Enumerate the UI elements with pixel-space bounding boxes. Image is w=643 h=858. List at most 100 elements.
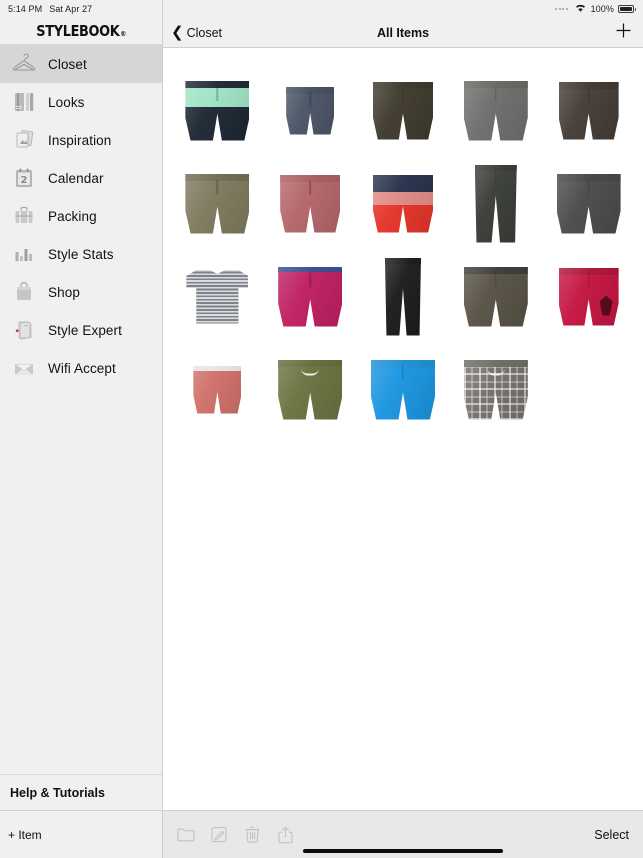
plus-icon: [616, 23, 631, 38]
mint-navy-colorblock-boardshorts[interactable]: [185, 80, 250, 141]
grid-item[interactable]: [449, 157, 542, 250]
grid-item[interactable]: [357, 250, 450, 343]
drawstring-icon: [301, 364, 319, 375]
grid-item[interactable]: [449, 343, 542, 436]
grey-plaid-swim-shorts[interactable]: [463, 359, 528, 420]
sidebar-item-style-stats[interactable]: Style Stats: [0, 235, 162, 273]
charcoal-cargo-shorts[interactable]: [556, 173, 621, 234]
grid-item[interactable]: [357, 157, 450, 250]
sidebar-item-shop[interactable]: Shop: [0, 273, 162, 311]
navy-chino-shorts[interactable]: [286, 86, 335, 135]
grid-item[interactable]: [171, 64, 264, 157]
sidebar-footer: + Item: [0, 810, 162, 858]
sidebar-item-label: Inspiration: [48, 132, 112, 148]
items-grid: [163, 48, 643, 810]
registered-mark: ®: [120, 30, 126, 38]
app-root: 5:14 PM Sat Apr 27 STYLEBOOK ® Closet Lo…: [0, 0, 643, 858]
dark-olive-shorts[interactable]: [372, 81, 433, 140]
brand-bar: STYLEBOOK ®: [0, 18, 162, 45]
sidebar-item-label: Wifi Accept: [48, 360, 116, 376]
home-indicator: [303, 849, 503, 853]
grey-striped-tshirt[interactable]: [186, 269, 249, 324]
grid-item[interactable]: [542, 250, 635, 343]
black-trousers[interactable]: [474, 164, 517, 243]
outfit-icon: [10, 88, 38, 116]
black-trousers-slim[interactable]: [384, 257, 421, 336]
toolbar-icon-group: [177, 826, 294, 844]
trash-icon[interactable]: [243, 826, 261, 844]
grid-item-empty: [542, 343, 635, 436]
olive-drawstring-shorts[interactable]: [278, 359, 343, 420]
brand-name: STYLEBOOK: [36, 22, 120, 40]
status-bar-left: 5:14 PM Sat Apr 27: [0, 0, 162, 18]
khaki-olive-shorts[interactable]: [185, 173, 250, 234]
grid-item[interactable]: [542, 157, 635, 250]
status-bar-right: 100%: [163, 0, 643, 18]
sidebar-item-wifi-accept[interactable]: Wifi Accept: [0, 349, 162, 387]
bottom-toolbar: Select: [163, 810, 643, 858]
brand-logo-mark: [599, 295, 613, 316]
grid-item[interactable]: [357, 64, 450, 157]
sidebar-item-label: Shop: [48, 284, 80, 300]
army-olive-boardshorts[interactable]: [463, 266, 528, 327]
wifi-icon: [574, 0, 587, 18]
grid-item[interactable]: [542, 64, 635, 157]
suitcase-icon: [10, 202, 38, 230]
grid-item[interactable]: [449, 64, 542, 157]
signal-dots-icon: [555, 8, 568, 10]
grid-item[interactable]: [264, 250, 357, 343]
envelope-icon: [10, 354, 38, 382]
sidebar-item-closet[interactable]: Closet: [0, 45, 162, 83]
chevron-left-icon: ❮: [171, 24, 184, 41]
sidebar-nav-list: Closet Looks Inspiration 2 Calendar Pack…: [0, 45, 162, 774]
folder-icon[interactable]: [177, 826, 195, 844]
edit-icon[interactable]: [210, 826, 228, 844]
battery-percent: 100%: [590, 4, 614, 14]
dark-brown-shorts[interactable]: [558, 81, 619, 140]
grid-item[interactable]: [449, 250, 542, 343]
sidebar-item-style-expert[interactable]: Style Expert: [0, 311, 162, 349]
grid-item[interactable]: [264, 343, 357, 436]
crimson-logo-boardshorts[interactable]: [558, 267, 619, 326]
status-date: Sat Apr 27: [49, 4, 93, 14]
calendar-icon: 2: [10, 164, 38, 192]
book-star-icon: [10, 316, 38, 344]
photos-icon: [10, 126, 38, 154]
hanger-icon: [10, 50, 38, 78]
sidebar-item-inspiration[interactable]: Inspiration: [0, 121, 162, 159]
sidebar-item-label: Closet: [48, 56, 87, 72]
main-panel: 100% ❮ Closet All Items Select: [163, 0, 643, 858]
battery-icon: [618, 5, 636, 13]
sidebar-item-calendar[interactable]: 2 Calendar: [0, 159, 162, 197]
grid-item[interactable]: [357, 343, 450, 436]
grid-item[interactable]: [171, 157, 264, 250]
grid-item[interactable]: [264, 157, 357, 250]
grid-item[interactable]: [264, 64, 357, 157]
grid-item[interactable]: [171, 343, 264, 436]
grey-chino-shorts[interactable]: [463, 80, 528, 141]
select-button[interactable]: Select: [594, 828, 629, 842]
page-title: All Items: [376, 25, 430, 40]
shopping-bag-icon: [10, 278, 38, 306]
calendar-day-number: 2: [21, 175, 28, 186]
grid-item[interactable]: [171, 250, 264, 343]
share-icon[interactable]: [276, 826, 294, 844]
bright-blue-shorts[interactable]: [370, 359, 435, 420]
drawstring-icon: [487, 364, 505, 375]
salmon-coral-shorts[interactable]: [193, 365, 242, 414]
sidebar-item-looks[interactable]: Looks: [0, 83, 162, 121]
sidebar-item-label: Packing: [48, 208, 97, 224]
dusty-rose-shorts[interactable]: [280, 174, 341, 233]
navy-pink-red-striped-boardshorts[interactable]: [372, 174, 433, 233]
back-button-label: Closet: [186, 25, 223, 40]
bar-chart-icon: [10, 240, 38, 268]
sidebar: 5:14 PM Sat Apr 27 STYLEBOOK ® Closet Lo…: [0, 0, 163, 858]
add-item-button[interactable]: + Item: [8, 828, 42, 842]
magenta-boardshorts[interactable]: [278, 266, 343, 327]
add-button[interactable]: [615, 22, 643, 43]
back-button[interactable]: ❮ Closet: [163, 25, 222, 40]
sidebar-item-label: Calendar: [48, 170, 104, 186]
sidebar-item-label: Style Stats: [48, 246, 114, 262]
sidebar-item-packing[interactable]: Packing: [0, 197, 162, 235]
help-and-tutorials-item[interactable]: Help & Tutorials: [0, 774, 162, 810]
